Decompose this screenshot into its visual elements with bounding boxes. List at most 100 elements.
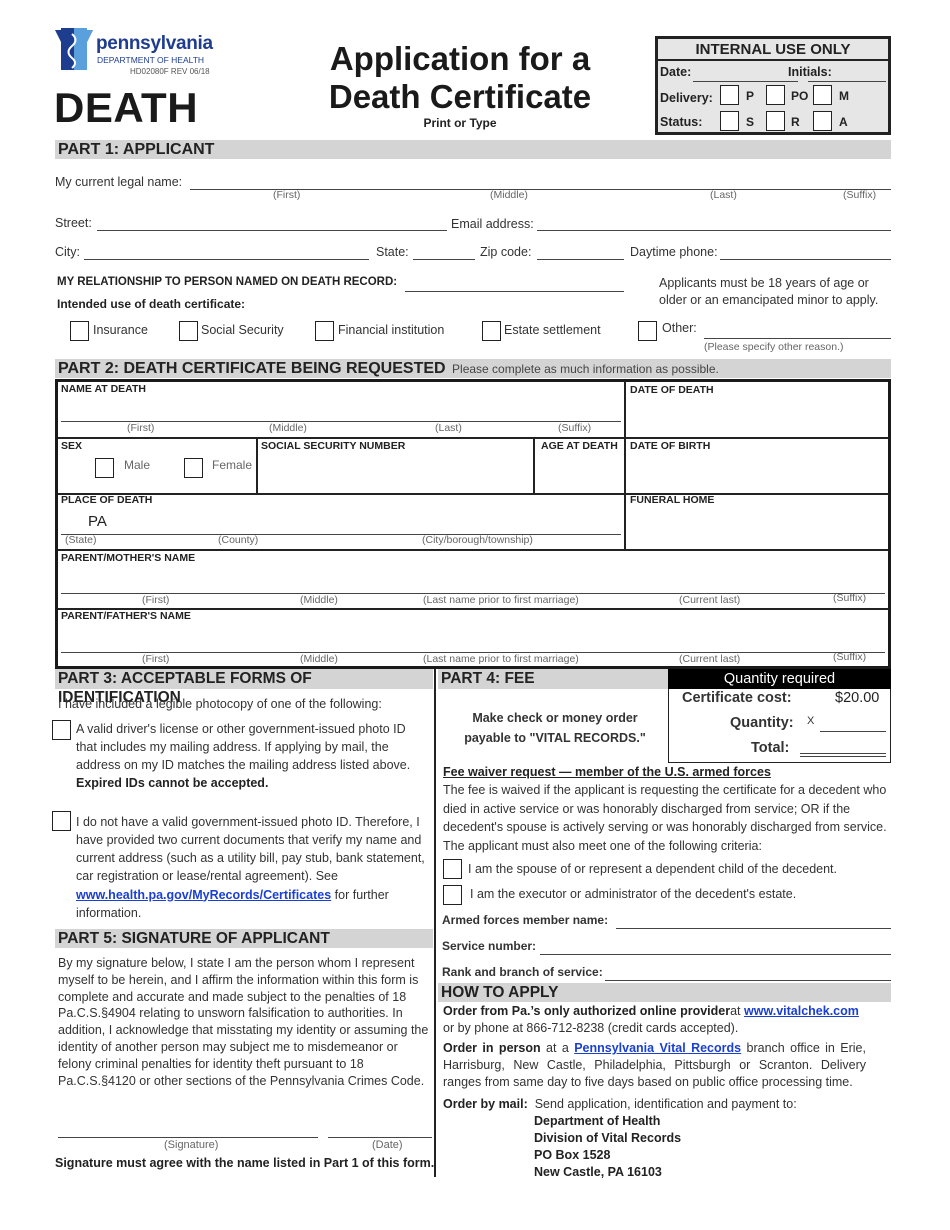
status-a-label: A	[839, 115, 848, 129]
address-line-1: Department of Health	[534, 1114, 661, 1128]
delivery-p-checkbox[interactable]	[720, 85, 739, 105]
divider	[256, 438, 258, 493]
apply-online-bold: Order from Pa.’s only authorized online …	[443, 1004, 731, 1018]
use-financial-checkbox[interactable]	[315, 321, 334, 341]
date-of-birth-input[interactable]	[628, 454, 887, 491]
mother-hint-first: (First)	[142, 594, 170, 606]
status-s-label: S	[746, 115, 755, 129]
date-of-death-label: DATE OF DEATH	[630, 384, 714, 396]
place-hint-state: (State)	[65, 534, 97, 546]
date-of-death-input[interactable]	[628, 398, 887, 435]
waiver-executor-checkbox[interactable]	[443, 885, 462, 905]
sex-male-checkbox[interactable]	[95, 458, 114, 478]
quantity-input[interactable]	[820, 731, 886, 732]
status-r-checkbox[interactable]	[766, 111, 785, 131]
place-hint-city: (City/borough/township)	[422, 534, 533, 546]
member-name-input[interactable]	[616, 928, 891, 929]
delivery-label: Delivery:	[660, 91, 713, 105]
other-reason-input[interactable]	[704, 338, 891, 339]
legal-name-hint-first: (First)	[273, 189, 301, 201]
vitalchek-link[interactable]: www.vitalchek.com	[744, 1004, 859, 1018]
relationship-input[interactable]	[405, 291, 624, 292]
id-option2-checkbox[interactable]	[52, 811, 71, 831]
use-insurance-checkbox[interactable]	[70, 321, 89, 341]
page-title: Application for a Death Certificate	[300, 40, 620, 116]
apply-online: Order from Pa.’s only authorized online …	[443, 1003, 893, 1037]
status-a-checkbox[interactable]	[813, 111, 832, 131]
keystone-logo-icon	[55, 28, 93, 70]
signature-note: Signature must agree with the name liste…	[55, 1156, 435, 1170]
city-label: City:	[55, 245, 80, 259]
zip-input[interactable]	[537, 259, 624, 260]
part3-header: PART 3: ACCEPTABLE FORMS OF IDENTIFICATI…	[55, 669, 433, 706]
total-label: Total:	[751, 740, 790, 756]
use-social-security-checkbox[interactable]	[179, 321, 198, 341]
apply-in-person: Order in person at a Pennsylvania Vital …	[443, 1040, 866, 1091]
waiver-executor-label: I am the executor or administrator of th…	[470, 887, 797, 901]
internal-use-title: INTERNAL USE ONLY	[658, 39, 888, 61]
signature-date-input[interactable]	[328, 1137, 432, 1138]
part4-title: PART 4: FEE	[441, 670, 535, 687]
age-at-death-input[interactable]	[537, 454, 622, 491]
title-line-1: Application for a	[329, 40, 591, 77]
place-state-value[interactable]: PA	[88, 513, 107, 530]
relationship-label: MY RELATIONSHIP TO PERSON NAMED ON DEATH…	[57, 276, 398, 288]
status-label: Status:	[660, 115, 703, 129]
street-input[interactable]	[97, 230, 447, 231]
state-label: State:	[376, 245, 409, 259]
service-number-label: Service number:	[442, 939, 537, 953]
use-other-checkbox[interactable]	[638, 321, 657, 341]
record-type: DEATH	[54, 84, 199, 131]
column-divider	[434, 669, 436, 1177]
internal-initials-label: Initials:	[788, 65, 832, 79]
quantity-x: X	[807, 715, 815, 727]
signature-input[interactable]	[58, 1137, 318, 1138]
logo-name: pennsylvania	[96, 33, 213, 54]
status-r-label: R	[791, 115, 800, 129]
delivery-po-checkbox[interactable]	[766, 85, 785, 105]
place-of-death-input[interactable]	[61, 534, 621, 535]
service-number-input[interactable]	[540, 954, 891, 955]
address-line-2: Division of Vital Records	[534, 1131, 682, 1145]
sex-label: SEX	[61, 440, 83, 452]
apply-by-mail: Order by mail: Send application, identif…	[443, 1096, 893, 1113]
father-hint-middle: (Middle)	[300, 653, 338, 665]
waiver-text: The fee is waived if the applicant is re…	[443, 783, 887, 854]
part2-title: PART 2: DEATH CERTIFICATE BEING REQUESTE…	[58, 360, 446, 377]
age-note: Applicants must be 18 years of age or ol…	[659, 275, 878, 309]
internal-date-label: Date:	[660, 65, 692, 79]
delivery-m-checkbox[interactable]	[813, 85, 832, 105]
mother-name-label: PARENT/MOTHER'S NAME	[61, 552, 196, 564]
total-input[interactable]	[800, 753, 886, 757]
email-input[interactable]	[537, 230, 891, 231]
name-at-death-label: NAME AT DEATH	[61, 383, 146, 395]
state-input[interactable]	[413, 259, 475, 260]
pa-vital-records-link[interactable]: Pennsylvania Vital Records	[574, 1041, 741, 1055]
rank-label: Rank and branch of service:	[442, 965, 603, 979]
status-s-checkbox[interactable]	[720, 111, 739, 131]
rank-input[interactable]	[605, 980, 891, 981]
payable-line-2: payable to "VITAL RECORDS."	[464, 731, 646, 745]
use-social-security-label: Social Security	[201, 323, 284, 337]
place-hint-county: (County)	[218, 534, 259, 546]
zip-label: Zip code:	[480, 245, 532, 259]
legal-name-hint-middle: (Middle)	[490, 189, 528, 201]
waiver-spouse-checkbox[interactable]	[443, 859, 462, 879]
cost-value: $20.00	[835, 690, 880, 706]
health-certificates-link[interactable]: www.health.pa.gov/MyRecords/Certificates	[76, 888, 331, 902]
use-estate-checkbox[interactable]	[482, 321, 501, 341]
address-line-3: PO Box 1528	[534, 1148, 611, 1162]
funeral-home-input[interactable]	[628, 508, 887, 547]
city-input[interactable]	[84, 259, 369, 260]
sex-female-checkbox[interactable]	[184, 458, 203, 478]
name-at-death-hint-first: (First)	[127, 422, 155, 434]
divider	[624, 381, 626, 550]
father-hint-current-last: (Current last)	[679, 653, 741, 665]
part2-note: Please complete as much information as p…	[452, 362, 719, 376]
id-option1-checkbox[interactable]	[52, 720, 71, 740]
how-to-apply-title: HOW TO APPLY	[441, 984, 559, 1001]
phone-input[interactable]	[720, 259, 891, 260]
ssn-input[interactable]	[260, 454, 530, 491]
divider	[58, 437, 889, 439]
internal-initials-line	[808, 81, 886, 82]
